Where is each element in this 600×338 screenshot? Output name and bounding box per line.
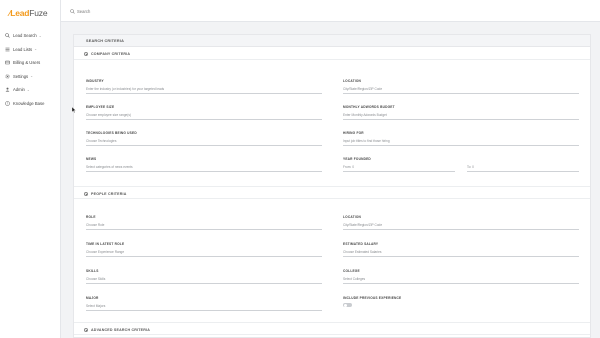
previous-experience-toggle[interactable] — [343, 303, 352, 308]
collapse-icon — [84, 51, 88, 56]
user-icon — [5, 87, 10, 92]
people-location-input[interactable]: City/State/Region/ZIP Code — [343, 223, 579, 230]
company-location-field[interactable]: LOCATION City/State/Region/ZIP Code — [343, 79, 579, 94]
monthly-adwords-input[interactable]: Enter Monthly Adwords Budget — [343, 113, 579, 120]
sidebar-item-billing-users[interactable]: Billing & Users — [5, 56, 59, 70]
sidebar-item-label: Settings — [13, 73, 29, 79]
sidebar-nav: Lead Search ⌄ Lead Lists ⌄ Billing & Use… — [5, 29, 59, 110]
time-latest-role-input[interactable]: Choose Experience Range — [86, 250, 322, 257]
chevron-down-icon: ⌄ — [38, 33, 42, 38]
sidebar-item-label: Admin — [13, 87, 25, 93]
estimated-salary-field[interactable]: ESTIMATED SALARY Choose Estimated Salari… — [343, 242, 579, 257]
industry-field[interactable]: INDUSTRY Enter the industry (or industri… — [86, 79, 322, 94]
chevron-down-icon: ⌄ — [34, 47, 38, 52]
estimated-salary-input[interactable]: Choose Estimated Salaries — [343, 250, 579, 257]
year-founded-from-input[interactable]: From: 0 — [343, 165, 455, 172]
people-location-field[interactable]: LOCATION City/State/Region/ZIP Code — [343, 215, 579, 230]
sidebar-item-label: Lead Lists — [13, 46, 33, 52]
search-icon — [70, 8, 75, 14]
sidebar-item-label: Lead Search — [13, 33, 37, 39]
college-input[interactable]: Select Colleges — [343, 277, 579, 284]
major-input[interactable]: Select Majors — [86, 304, 322, 311]
college-field[interactable]: COLLEGE Select Colleges — [343, 269, 579, 284]
sidebar-item-label: Billing & Users — [13, 60, 41, 66]
role-input[interactable]: Choose Role — [86, 223, 322, 230]
top-bar — [61, 0, 600, 22]
previous-experience-field: INCLUDE PREVIOUS EXPERIENCE — [343, 296, 579, 308]
sidebar-item-settings[interactable]: Settings ⌄ — [5, 70, 59, 84]
year-founded-field: YEAR FOUNDED From: 0 To: 0 — [343, 157, 579, 172]
technologies-input[interactable]: Choose Technologies — [86, 139, 322, 146]
company-criteria-header[interactable]: COMPANY CRITERIA — [74, 47, 590, 60]
news-input[interactable]: Select categories of news events — [86, 165, 322, 172]
collapse-icon — [84, 327, 88, 332]
monthly-adwords-field[interactable]: MONTHLY ADWORDS BUDGET Enter Monthly Adw… — [343, 105, 579, 120]
major-field[interactable]: MAJOR Select Majors — [86, 296, 322, 311]
role-field[interactable]: ROLE Choose Role — [86, 215, 322, 230]
sidebar-item-admin[interactable]: Admin ⌄ — [5, 83, 59, 97]
skills-field[interactable]: SKILLS Choose Skills — [86, 269, 322, 284]
sidebar-item-lead-search[interactable]: Lead Search ⌄ — [5, 29, 59, 43]
year-founded-to-input[interactable]: To: 0 — [467, 165, 579, 172]
chevron-down-icon: ⌄ — [26, 87, 30, 92]
skills-input[interactable]: Choose Skills — [86, 277, 322, 284]
chevron-down-icon: ⌄ — [30, 74, 34, 79]
list-icon — [5, 47, 10, 52]
employee-size-input[interactable]: Choose employee size range(s) — [86, 113, 322, 120]
search-icon — [5, 33, 10, 38]
advanced-criteria-header[interactable]: ADVANCED SEARCH CRITERIA — [74, 322, 590, 335]
sidebar-item-lead-lists[interactable]: Lead Lists ⌄ — [5, 43, 59, 57]
search-input[interactable] — [77, 7, 277, 15]
gear-icon — [5, 74, 10, 79]
hiring-for-field[interactable]: HIRING FOR Input job titles to find thos… — [343, 131, 579, 146]
collapse-icon — [84, 191, 88, 196]
sidebar-item-knowledge-base[interactable]: ? Knowledge Base — [5, 97, 59, 111]
panel-title: SEARCH CRITERIA — [74, 35, 590, 47]
technologies-field[interactable]: TECHNOLOGIES BEING USED Choose Technolog… — [86, 131, 322, 146]
company-location-input[interactable]: City/State/Region/ZIP Code — [343, 87, 579, 94]
sidebar-item-label: Knowledge Base — [13, 100, 45, 106]
time-latest-role-field[interactable]: TIME IN LATEST ROLE Choose Experience Ra… — [86, 242, 322, 257]
hiring-for-input[interactable]: Input job titles to find those hiring — [343, 139, 579, 146]
employee-size-field[interactable]: EMPLOYEE SIZE Choose employee size range… — [86, 105, 322, 120]
sidebar: ⁄LeadFuze Lead Search ⌄ Lead Lists ⌄ Bil… — [0, 0, 61, 338]
leadfuze-logo[interactable]: ⁄LeadFuze — [9, 8, 48, 18]
question-icon: ? — [5, 100, 10, 106]
card-icon — [5, 60, 10, 65]
search-criteria-panel: SEARCH CRITERIA COMPANY CRITERIA INDUSTR… — [73, 34, 591, 338]
industry-input[interactable]: Enter the industry (or industries) for y… — [86, 87, 322, 94]
news-field[interactable]: NEWS Select categories of news events — [86, 157, 322, 172]
mouse-cursor-icon — [72, 107, 76, 113]
people-criteria-header[interactable]: PEOPLE CRITERIA — [74, 186, 590, 199]
